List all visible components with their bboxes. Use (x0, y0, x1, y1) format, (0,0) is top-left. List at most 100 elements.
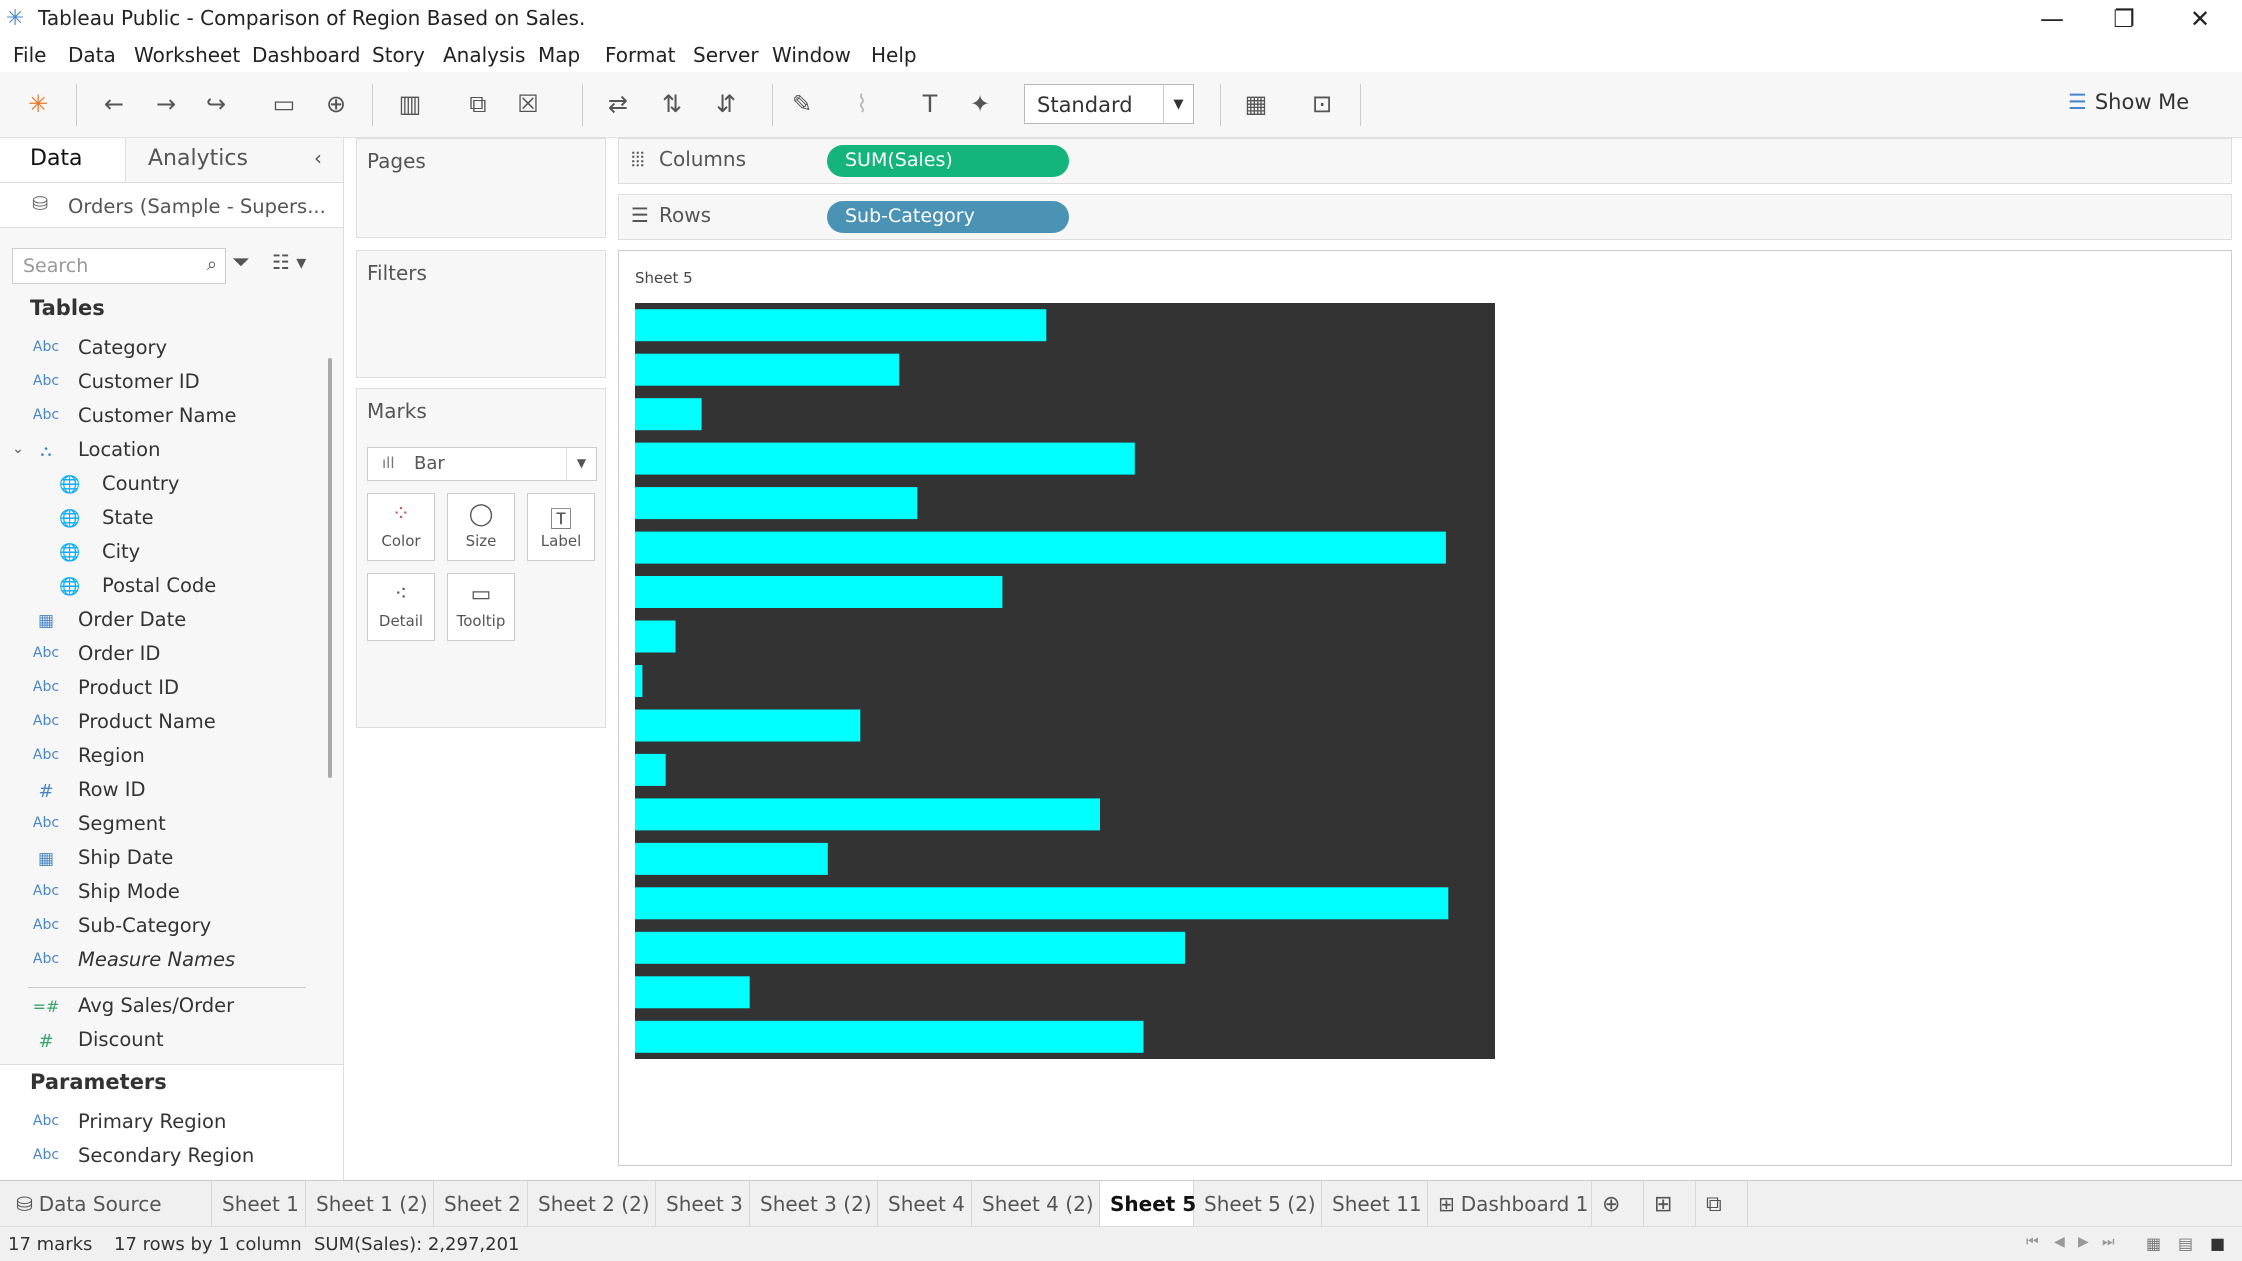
bar-mark[interactable] (635, 309, 1047, 342)
fit-dropdown[interactable]: Standard ▼ (1024, 84, 1194, 124)
tableau-home-icon[interactable]: ✳ (20, 86, 56, 122)
datasource-item[interactable]: ⛁ Orders (Sample - Supers... (0, 182, 343, 228)
filter-icon[interactable]: ⏷ (232, 250, 250, 275)
bar-mark[interactable] (635, 487, 918, 520)
menu-worksheet[interactable]: Worksheet (134, 43, 240, 67)
new-worksheet-icon[interactable]: ⊕ (1592, 1181, 1644, 1227)
menu-help[interactable]: Help (871, 43, 917, 67)
mark-type-dropdown[interactable]: ıll Bar ▼ (367, 447, 597, 481)
bar-mark[interactable] (635, 1020, 1144, 1053)
field-measure-names[interactable]: Abc Measure Names (0, 944, 330, 978)
save-icon[interactable]: ▭ (266, 86, 302, 122)
field-ship-mode[interactable]: Abc Ship Mode (0, 876, 330, 910)
bar-mark[interactable] (635, 620, 676, 653)
tooltip-button[interactable]: ▭ Tooltip (447, 573, 515, 641)
tab-sheet-3-2[interactable]: Sheet 3 (2) (750, 1181, 878, 1227)
field-discount[interactable]: # Discount (0, 1024, 330, 1058)
replay-icon[interactable]: ↪ (198, 86, 234, 122)
view-options-icon[interactable]: ☷ ▾ (272, 250, 306, 274)
tab-data-source[interactable]: ⛁ Data Source (0, 1181, 212, 1227)
menu-file[interactable]: File (13, 43, 46, 67)
tab-sheet-11[interactable]: Sheet 11 (1322, 1181, 1428, 1227)
tab-data[interactable]: Data (0, 138, 126, 182)
redo-icon[interactable]: → (148, 86, 184, 122)
new-worksheet-icon[interactable]: ▥ (392, 86, 428, 122)
bar-mark[interactable] (635, 753, 666, 786)
menu-server[interactable]: Server (693, 43, 759, 67)
color-button[interactable]: ⁘ Color (367, 493, 435, 561)
bar-mark[interactable] (635, 576, 1003, 608)
columns-pill-sum-sales[interactable]: SUM(Sales) (827, 145, 1069, 177)
parameter-secondary-region[interactable]: Abc Secondary Region (0, 1140, 330, 1174)
field-order-date[interactable]: ▦ Order Date (0, 604, 330, 638)
duplicate-sheet-icon[interactable]: ⧉ (460, 86, 496, 122)
last-sheet-icon[interactable]: ⏭ (2102, 1234, 2115, 1250)
collapse-pane-icon[interactable]: ‹ (314, 146, 322, 170)
field-location[interactable]: ⌄ ⛬ Location (0, 434, 330, 468)
swap-rows-columns-icon[interactable]: ⇄ (600, 86, 636, 122)
pages-card[interactable]: Pages (356, 138, 606, 238)
bar-mark[interactable] (635, 665, 643, 697)
field-product-id[interactable]: Abc Product ID (0, 672, 330, 706)
field-sub-category[interactable]: Abc Sub-Category (0, 910, 330, 944)
highlight-icon[interactable]: ✎ (784, 86, 820, 122)
field-state[interactable]: 🌐 State (0, 502, 330, 536)
tab-sheet-2[interactable]: Sheet 2 (434, 1181, 528, 1227)
view-area[interactable]: Sheet 5 (618, 250, 2232, 1166)
show-cards-icon[interactable]: ▦ (1238, 86, 1274, 122)
field-ship-date[interactable]: ▦ Ship Date (0, 842, 330, 876)
search-input[interactable]: Search ⌕ (12, 248, 226, 284)
tab-sheet-1[interactable]: Sheet 1 (212, 1181, 306, 1227)
bar-mark[interactable] (635, 353, 900, 386)
field-order-id[interactable]: Abc Order ID (0, 638, 330, 672)
show-mark-labels-icon[interactable]: T (912, 86, 948, 122)
detail-button[interactable]: ⁖ Detail (367, 573, 435, 641)
field-avg-sales-order[interactable]: =# Avg Sales/Order (0, 990, 330, 1024)
field-region[interactable]: Abc Region (0, 740, 330, 774)
bar-mark[interactable] (635, 887, 1449, 920)
bar-mark[interactable] (635, 709, 861, 742)
field-customer-id[interactable]: Abc Customer ID (0, 366, 330, 400)
menu-analysis[interactable]: Analysis (443, 43, 525, 67)
field-city[interactable]: 🌐 City (0, 536, 330, 570)
menu-dashboard[interactable]: Dashboard (252, 43, 361, 67)
bar-mark[interactable] (635, 398, 702, 431)
chevron-down-icon[interactable]: ⌄ (4, 441, 32, 457)
filters-card[interactable]: Filters (356, 250, 606, 378)
tab-dashboard-1[interactable]: ⊞ Dashboard 1 (1428, 1181, 1592, 1227)
field-postal-code[interactable]: 🌐 Postal Code (0, 570, 330, 604)
show-me-button[interactable]: ☰ Show Me (2068, 90, 2189, 114)
label-button[interactable]: 🅃 Label (527, 493, 595, 561)
tab-sheet-5-2[interactable]: Sheet 5 (2) (1194, 1181, 1322, 1227)
field-customer-name[interactable]: Abc Customer Name (0, 400, 330, 434)
field-row-id[interactable]: # Row ID (0, 774, 330, 808)
new-dashboard-icon[interactable]: ⊞ (1644, 1181, 1696, 1227)
show-filmstrip-icon[interactable]: ▤ (2178, 1234, 2193, 1253)
new-data-source-icon[interactable]: ⊕ (318, 86, 354, 122)
show-tabs-icon[interactable]: ■ (2210, 1234, 2225, 1253)
tab-sheet-3[interactable]: Sheet 3 (656, 1181, 750, 1227)
sort-descending-icon[interactable]: ⇵ (708, 86, 744, 122)
menu-format[interactable]: Format (605, 43, 675, 67)
parameter-primary-region[interactable]: Abc Primary Region (0, 1106, 330, 1140)
menu-window[interactable]: Window (772, 43, 851, 67)
menu-story[interactable]: Story (372, 43, 425, 67)
field-country[interactable]: 🌐 Country (0, 468, 330, 502)
bar-mark[interactable] (635, 442, 1135, 475)
first-sheet-icon[interactable]: ⏮ (2026, 1234, 2039, 1250)
size-button[interactable]: ◯ Size (447, 493, 515, 561)
menu-data[interactable]: Data (68, 43, 116, 67)
bar-mark[interactable] (635, 976, 750, 1009)
tab-analytics[interactable]: Analytics (126, 138, 344, 182)
tab-sheet-2-2[interactable]: Sheet 2 (2) (528, 1181, 656, 1227)
tab-sheet-4[interactable]: Sheet 4 (878, 1181, 972, 1227)
bar-mark[interactable] (635, 842, 828, 875)
clear-sheet-icon[interactable]: ☒ (510, 86, 546, 122)
bar-mark[interactable] (635, 531, 1446, 564)
presentation-mode-icon[interactable]: ⊡ (1304, 86, 1340, 122)
menu-map[interactable]: Map (538, 43, 580, 67)
field-category[interactable]: Abc Category (0, 332, 330, 366)
restore-button[interactable]: ❐ (2088, 0, 2160, 38)
rows-shelf[interactable]: ☰ Rows Sub-Category (618, 194, 2232, 240)
next-sheet-icon[interactable]: ▶ (2078, 1234, 2089, 1250)
